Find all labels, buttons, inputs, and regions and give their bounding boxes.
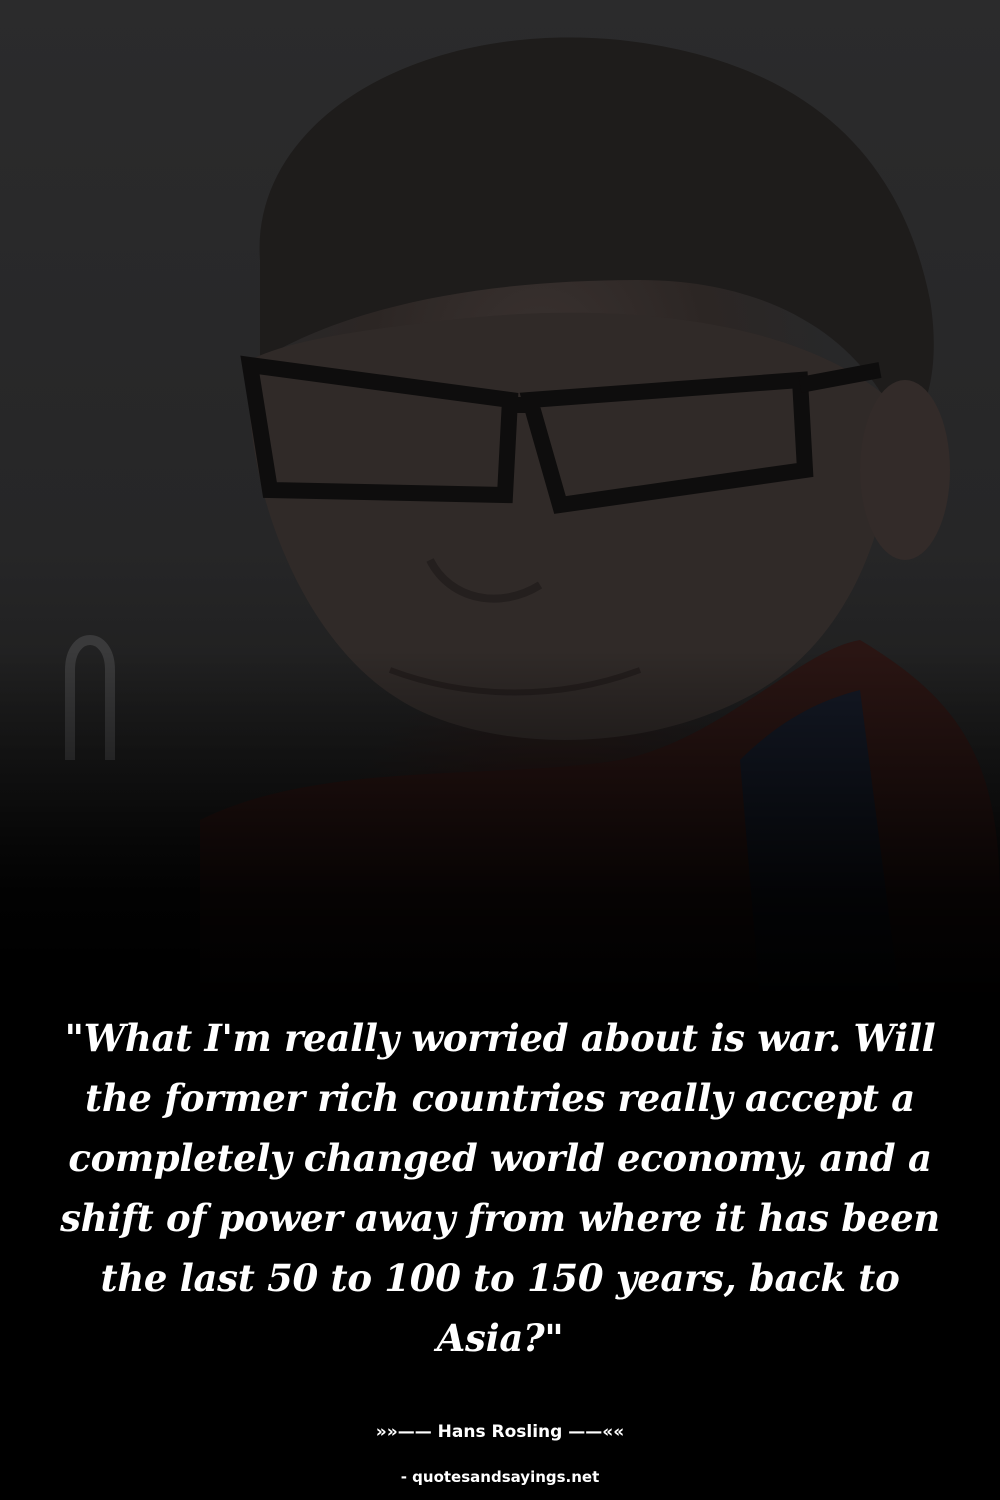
author-attribution: »»—— Hans Rosling ——«« (375, 1422, 625, 1442)
photo-fade-overlay (0, 650, 1000, 1000)
source-credit: - quotesandsayings.net (400, 1468, 600, 1486)
quote-card: "What I'm really worried about is war. W… (0, 0, 1000, 1500)
ear-shape (860, 380, 950, 560)
quote-text: "What I'm really worried about is war. W… (60, 1016, 940, 1360)
